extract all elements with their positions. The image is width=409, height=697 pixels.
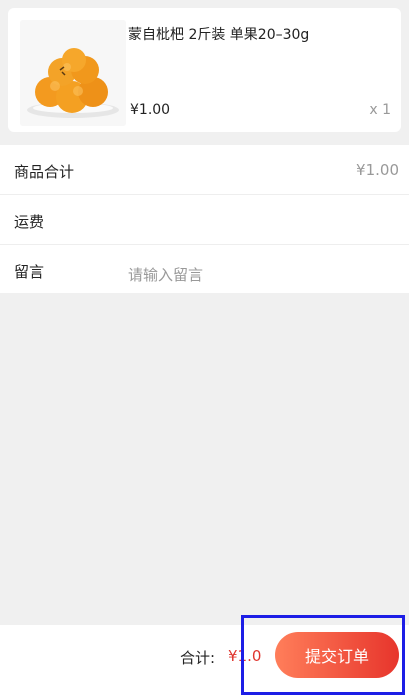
order-summary: 商品合计 ¥1.00 运费 留言 (0, 145, 409, 293)
checkout-bar: 合计: ¥1.0 提交订单 (0, 625, 409, 697)
goods-total-label: 商品合计 (14, 163, 75, 181)
goods-total-value: ¥1.00 (356, 161, 399, 179)
product-card[interactable]: 蒙自枇杷 2斤装 单果20–30g ¥1.00 x 1 (8, 8, 401, 132)
goods-total-row: 商品合计 ¥1.00 (0, 145, 409, 195)
product-title: 蒙自枇杷 2斤装 单果20–30g (128, 27, 310, 43)
message-row: 留言 (0, 245, 409, 294)
loquat-fruit-image (20, 20, 126, 126)
submit-order-button[interactable]: 提交订单 (275, 632, 399, 678)
total-label: 合计: (180, 649, 216, 667)
product-quantity: x 1 (369, 102, 391, 118)
total-amount: ¥1.0 (228, 647, 262, 665)
message-input[interactable] (126, 261, 390, 289)
shipping-row: 运费 (0, 195, 409, 245)
shipping-label: 运费 (14, 213, 45, 231)
message-label: 留言 (14, 263, 45, 281)
product-image (20, 20, 126, 126)
product-price: ¥1.00 (130, 102, 171, 118)
